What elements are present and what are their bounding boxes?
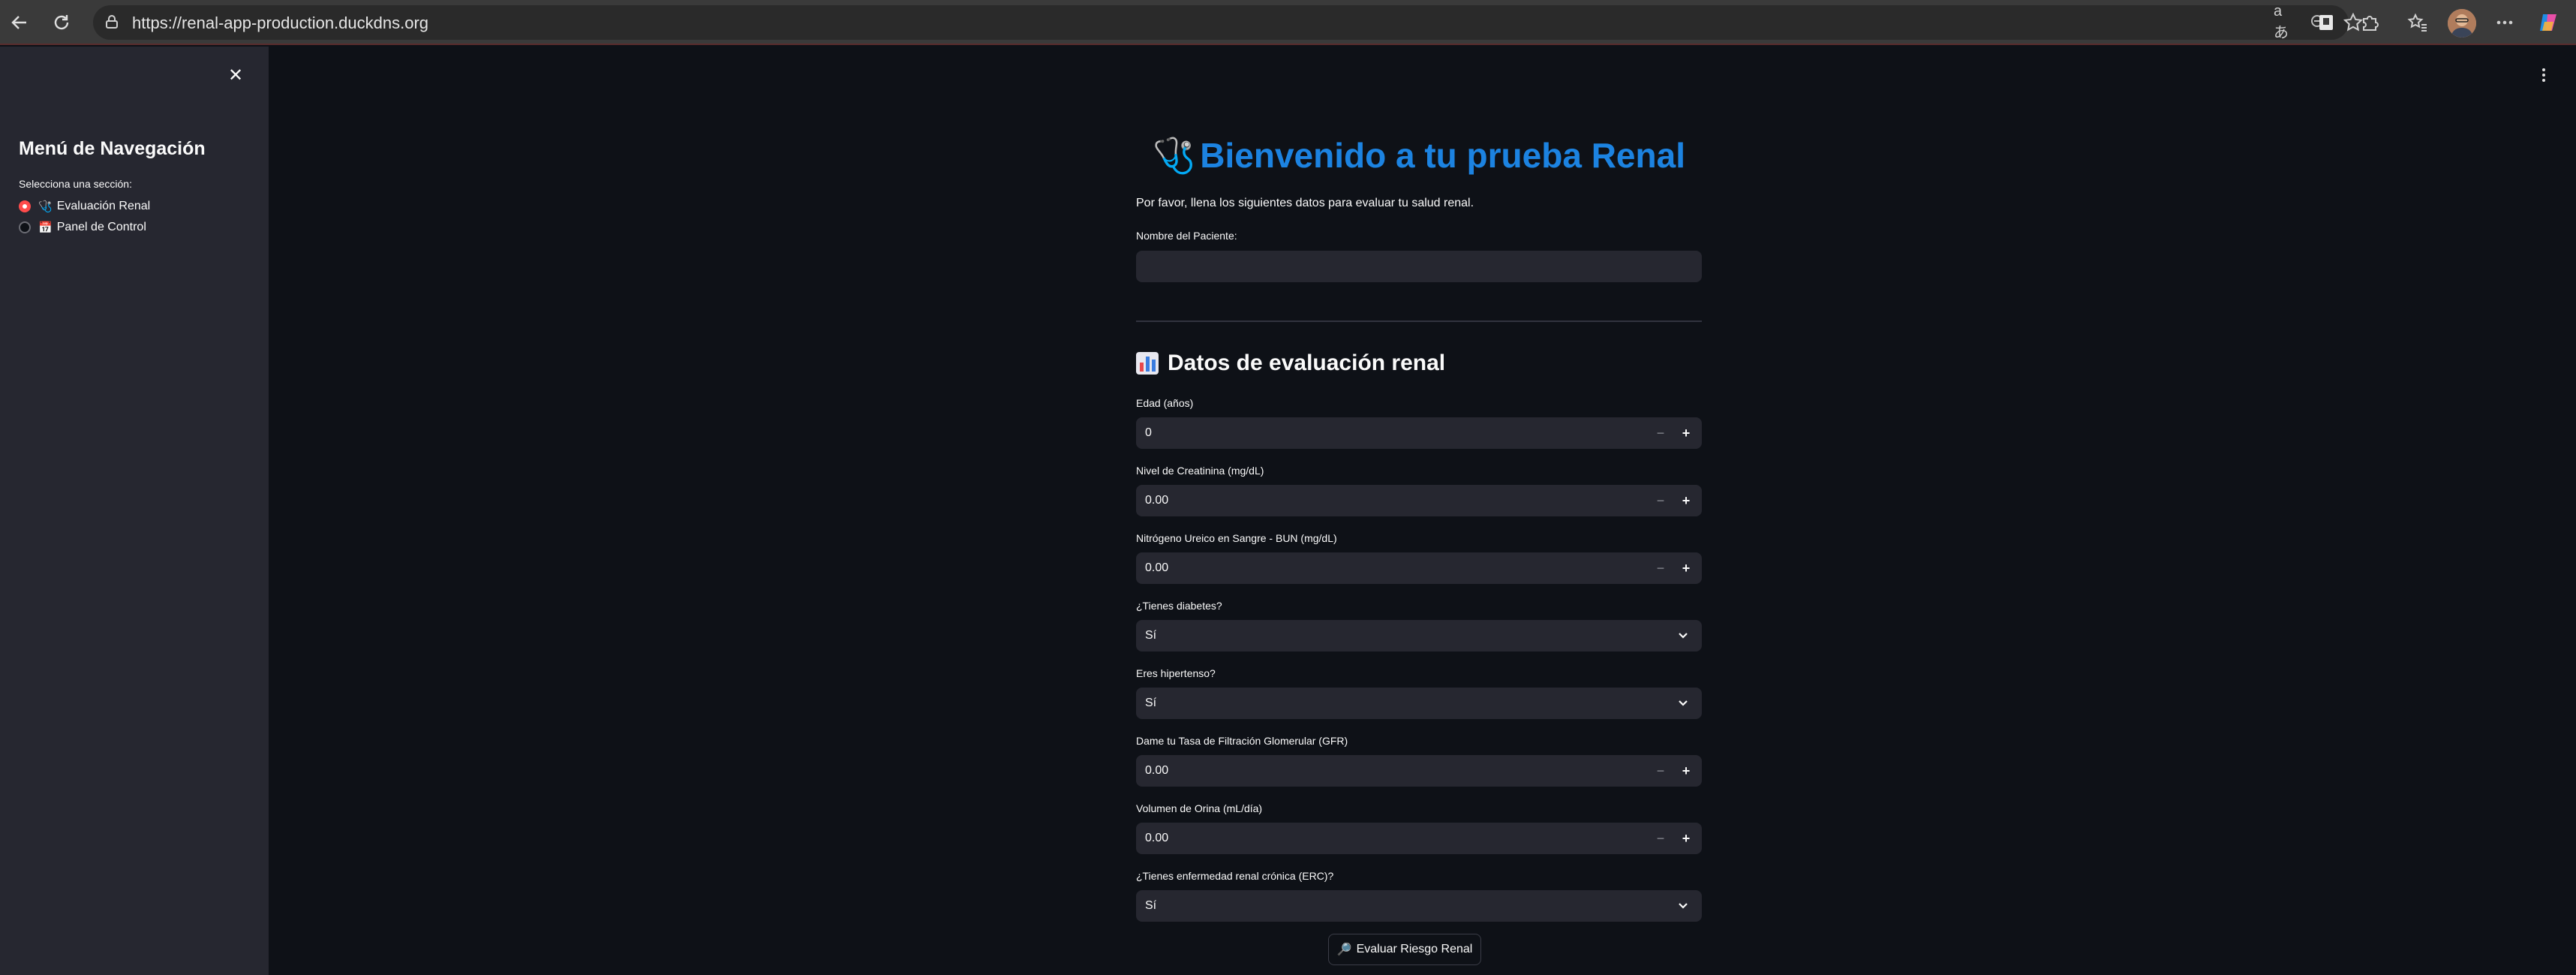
age-input[interactable]: 0 − + — [1136, 417, 1702, 449]
back-icon[interactable] — [5, 8, 35, 38]
creatinine-input[interactable]: 0.00 − + — [1136, 485, 1702, 516]
sidebar-title: Menú de Navegación — [19, 138, 206, 159]
stethoscope-icon: 🩺 — [38, 200, 53, 213]
increment-button[interactable]: + — [1675, 755, 1697, 787]
chevron-down-icon[interactable] — [1675, 898, 1691, 914]
increment-button[interactable]: + — [1675, 485, 1697, 516]
stethoscope-icon: 🩺 — [1153, 136, 1196, 175]
reload-icon[interactable] — [47, 8, 77, 38]
increment-button[interactable]: + — [1675, 552, 1697, 584]
evaluate-risk-label: Evaluar Riesgo Renal — [1356, 943, 1473, 955]
address-bar[interactable]: https://renal-app-production.duckdns.org… — [93, 3, 2363, 41]
intro-text: Por favor, llena los siguientes datos pa… — [1136, 197, 1474, 209]
decrement-button[interactable]: − — [1649, 552, 1672, 584]
calendar-icon: 📅 — [38, 221, 53, 234]
urine-volume-value[interactable]: 0.00 — [1145, 832, 1168, 845]
read-aloud-icon[interactable]: aあ — [2274, 3, 2295, 41]
hypertension-select[interactable]: Sí — [1136, 688, 1702, 719]
age-label: Edad (años) — [1136, 397, 1194, 409]
hypertension-label: Eres hipertenso? — [1136, 667, 1216, 679]
extensions-puzzle-icon[interactable] — [2358, 11, 2382, 35]
gfr-input[interactable]: 0.00 − + — [1136, 755, 1702, 787]
radio-panel-de-control[interactable]: 📅 Panel de Control — [19, 218, 146, 237]
decrement-button[interactable]: − — [1649, 417, 1672, 449]
section-title: Datos de evaluación renal — [1136, 351, 1445, 376]
more-options-icon[interactable] — [2493, 11, 2517, 35]
bun-value[interactable]: 0.00 — [1145, 561, 1168, 575]
page-title: 🩺 Bienvenido a tu prueba Renal — [1136, 135, 1702, 176]
age-value[interactable]: 0 — [1145, 426, 1152, 440]
diabetes-value[interactable]: Sí — [1145, 629, 1156, 642]
diabetes-select[interactable]: Sí — [1136, 620, 1702, 652]
urine-volume-label: Volumen de Orina (mL/día) — [1136, 802, 1263, 814]
decrement-button[interactable]: − — [1649, 755, 1672, 787]
hypertension-value[interactable]: Sí — [1145, 697, 1156, 710]
url-text[interactable]: https://renal-app-production.duckdns.org — [132, 14, 428, 33]
magnifier-icon: 🔎 — [1336, 943, 1352, 956]
gfr-label: Dame tu Tasa de Filtración Glomerular (G… — [1136, 735, 1348, 747]
increment-button[interactable]: + — [1675, 417, 1697, 449]
chevron-down-icon[interactable] — [1675, 695, 1691, 712]
bun-input[interactable]: 0.00 − + — [1136, 552, 1702, 584]
ckd-value[interactable]: Sí — [1145, 899, 1156, 913]
ckd-select[interactable]: Sí — [1136, 890, 1702, 922]
bun-label: Nitrógeno Ureico en Sangre - BUN (mg/dL) — [1136, 532, 1337, 544]
bar-chart-icon — [1136, 352, 1159, 375]
patient-name-label: Nombre del Paciente: — [1136, 230, 1237, 242]
section-title-text: Datos de evaluación renal — [1168, 351, 1446, 375]
decrement-button[interactable]: − — [1649, 823, 1672, 854]
radio-selected-icon[interactable] — [19, 200, 31, 212]
radio-label: Evaluación Renal — [56, 200, 151, 212]
evaluate-risk-button[interactable]: 🔎 Evaluar Riesgo Renal — [1328, 934, 1481, 965]
urine-volume-input[interactable]: 0.00 − + — [1136, 823, 1702, 854]
creatinine-label: Nivel de Creatinina (mg/dL) — [1136, 465, 1264, 477]
sidebar: ✕ Menú de Navegación Selecciona una secc… — [0, 47, 269, 975]
increment-button[interactable]: + — [1675, 823, 1697, 854]
page-title-text: Bienvenido a tu prueba Renal — [1200, 136, 1685, 175]
browser-toolbar: https://renal-app-production.duckdns.org… — [0, 0, 2576, 45]
site-info-icon[interactable] — [104, 14, 120, 34]
decrement-button[interactable]: − — [1649, 485, 1672, 516]
radio-unselected-icon[interactable] — [19, 221, 31, 233]
close-sidebar-icon[interactable]: ✕ — [225, 65, 246, 86]
copilot-icon[interactable] — [2536, 11, 2560, 35]
extension-icon[interactable] — [2314, 11, 2338, 35]
diabetes-label: ¿Tienes diabetes? — [1136, 600, 1222, 612]
app-menu-icon[interactable] — [2536, 65, 2551, 86]
ckd-label: ¿Tienes enfermedad renal crónica (ERC)? — [1136, 870, 1334, 882]
section-select-label: Selecciona una sección: — [19, 178, 132, 190]
creatinine-value[interactable]: 0.00 — [1145, 494, 1168, 507]
favorites-list-icon[interactable] — [2406, 11, 2430, 35]
profile-avatar[interactable] — [2448, 9, 2476, 38]
patient-name-input[interactable] — [1136, 251, 1702, 282]
chevron-down-icon[interactable] — [1675, 627, 1691, 644]
radio-label: Panel de Control — [56, 221, 146, 233]
radio-evaluacion-renal[interactable]: 🩺 Evaluación Renal — [19, 197, 150, 216]
divider — [1136, 320, 1702, 322]
gfr-value[interactable]: 0.00 — [1145, 764, 1168, 778]
